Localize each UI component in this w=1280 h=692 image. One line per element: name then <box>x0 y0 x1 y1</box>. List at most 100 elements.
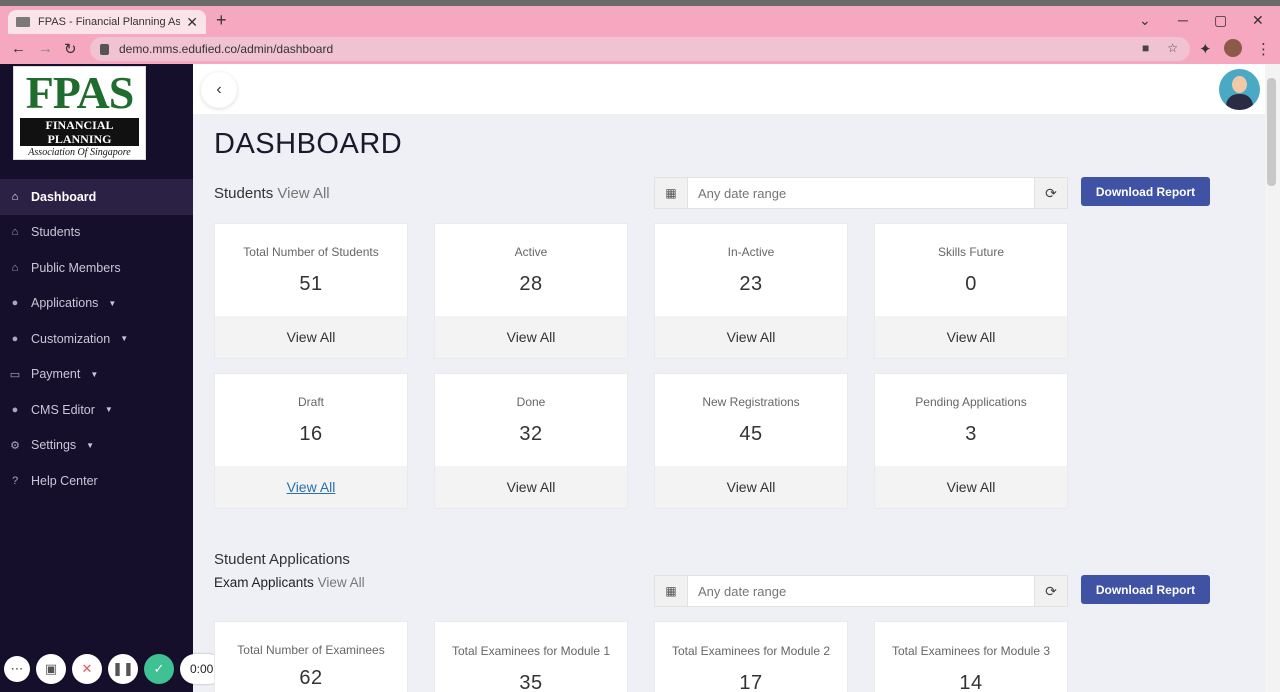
reload-icon[interactable]: ↻ <box>64 40 77 58</box>
collapse-sidebar-button[interactable]: ‹ <box>201 72 237 108</box>
sidebar-item-cms-editor[interactable]: ● CMS Editor ▼ <box>0 392 193 428</box>
card-label: Total Examinees for Module 3 <box>891 644 1051 658</box>
bookmark-star-icon[interactable]: ☆ <box>1167 41 1178 55</box>
browser-menu-icon[interactable]: ⋮ <box>1256 40 1271 58</box>
card-value: 45 <box>739 423 763 445</box>
sidebar-item-applications[interactable]: ● Applications ▼ <box>0 286 193 322</box>
browser-tab[interactable]: FPAS - Financial Planning Associa ✕ <box>8 10 206 34</box>
card-label: Total Number of Examinees <box>237 643 385 657</box>
sidebar-item-payment[interactable]: ▭ Payment ▼ <box>0 357 193 393</box>
card-value: 62 <box>299 667 323 689</box>
sidebar-item-customization[interactable]: ● Customization ▼ <box>0 321 193 357</box>
users-icon: ● <box>11 403 19 416</box>
sidebar-menu: ⌂ Dashboard ⌂ Students ⌂ Public Members … <box>0 179 193 499</box>
main-header <box>193 64 1265 114</box>
page-title: DASHBOARD <box>214 128 403 160</box>
recorder-more-icon[interactable]: ⋯ <box>4 656 30 682</box>
lock-icon <box>100 43 109 55</box>
chevron-down-icon: ▼ <box>120 334 129 344</box>
sidebar-item-label: Public Members <box>31 260 121 275</box>
card-label: Active <box>514 245 548 259</box>
back-arrow-icon[interactable]: ← <box>11 40 26 57</box>
card-view-all-link[interactable]: View All <box>655 316 847 358</box>
recorder-done-icon[interactable]: ✓ <box>144 654 174 684</box>
card-value: 32 <box>519 423 543 445</box>
card-view-all-link[interactable]: View All <box>875 316 1067 358</box>
card-view-all-link[interactable]: View All <box>875 466 1067 508</box>
students-date-range-input[interactable] <box>688 178 1034 208</box>
users-icon: ● <box>11 332 19 345</box>
logo-brand: FPAS <box>25 67 135 118</box>
home-icon: ⌂ <box>11 190 19 203</box>
exam-applicants-header: Exam Applicants View All <box>214 575 365 590</box>
screen-recorder-bar: ⋯ ▣ ✕ ❚❚ ✓ 0:00 <box>4 652 224 686</box>
profile-avatar-icon[interactable] <box>1224 39 1242 57</box>
card-view-all-link[interactable]: View All <box>435 466 627 508</box>
card-label: Pending Applications <box>915 395 1027 409</box>
sidebar-item-dashboard[interactable]: ⌂ Dashboard <box>0 179 193 215</box>
recorder-camera-icon[interactable]: ▣ <box>36 654 66 684</box>
chevron-left-icon: ‹ <box>216 81 222 98</box>
logo-line1: FINANCIAL PLANNING <box>20 118 139 146</box>
close-tab-icon[interactable]: ✕ <box>186 14 198 31</box>
stat-card-skills-future: Skills Future 0 View All <box>874 223 1068 359</box>
forward-arrow-icon[interactable]: → <box>38 40 53 57</box>
exam-applicants-view-all-link[interactable]: View All <box>318 575 365 590</box>
stat-card-draft: Draft 16 View All <box>214 373 408 509</box>
card-value: 23 <box>739 273 763 295</box>
card-value: 14 <box>959 672 983 692</box>
stat-card-active: Active 28 View All <box>434 223 628 359</box>
chevron-down-icon: ▼ <box>104 405 113 415</box>
sidebar-item-label: Payment <box>31 367 81 382</box>
address-row: ← → ↻ demo.mms.edufied.co/admin/dashboar… <box>0 34 1280 64</box>
sidebar-item-students[interactable]: ⌂ Students <box>0 215 193 251</box>
students-date-range: ▦ ⟳ <box>654 177 1068 209</box>
fpas-logo[interactable]: FPAS FINANCIAL PLANNING Association Of S… <box>13 66 146 160</box>
students-download-report-button[interactable]: Download Report <box>1081 177 1210 206</box>
sidebar-item-label: Students <box>31 225 81 240</box>
maximize-icon[interactable]: ▢ <box>1214 12 1227 29</box>
sidebar-item-help-center[interactable]: ? Help Center <box>0 463 193 499</box>
refresh-icon[interactable]: ⟳ <box>1034 576 1067 606</box>
scrollbar-thumb[interactable] <box>1267 78 1276 186</box>
sidebar-item-public-members[interactable]: ⌂ Public Members <box>0 250 193 286</box>
logo-line2: Association Of Singapore <box>28 147 131 158</box>
new-tab-icon[interactable]: + <box>216 10 227 31</box>
applications-date-range-input[interactable] <box>688 576 1034 606</box>
tab-title: FPAS - Financial Planning Associa <box>38 16 181 28</box>
applications-download-report-button[interactable]: Download Report <box>1081 575 1210 604</box>
user-avatar[interactable] <box>1219 69 1260 110</box>
tab-bar: FPAS - Financial Planning Associa ✕ + ⌄ … <box>0 6 1280 34</box>
recorder-pause-icon[interactable]: ❚❚ <box>108 654 138 684</box>
card-view-all-link[interactable]: View All <box>655 466 847 508</box>
card-label: Skills Future <box>937 245 1005 259</box>
students-label: Students <box>214 185 274 202</box>
minimize-icon[interactable]: ─ <box>1178 12 1188 28</box>
chevron-down-icon: ▼ <box>86 440 95 450</box>
camera-icon[interactable]: ■ <box>1142 41 1149 55</box>
sidebar-item-label: Customization <box>31 331 111 346</box>
recorder-cancel-icon[interactable]: ✕ <box>72 654 102 684</box>
calendar-icon[interactable]: ▦ <box>655 178 688 208</box>
refresh-icon[interactable]: ⟳ <box>1034 178 1067 208</box>
card-view-all-link[interactable]: View All <box>215 466 407 508</box>
card-view-all-link[interactable]: View All <box>215 316 407 358</box>
tab-search-icon[interactable]: ⌄ <box>1139 12 1151 29</box>
calendar-icon[interactable]: ▦ <box>655 576 688 606</box>
card-value: 35 <box>519 672 543 692</box>
question-icon: ? <box>11 474 19 487</box>
sidebar-item-settings[interactable]: ⚙ Settings ▼ <box>0 428 193 464</box>
sidebar-item-label: Applications <box>31 296 99 311</box>
money-icon: ▭ <box>9 368 21 381</box>
card-view-all-link[interactable]: View All <box>435 316 627 358</box>
url-bar[interactable]: demo.mms.edufied.co/admin/dashboard ■ ☆ <box>90 37 1190 61</box>
extensions-icon[interactable]: ✦ <box>1199 40 1212 58</box>
close-window-icon[interactable]: ✕ <box>1252 12 1264 29</box>
sidebar-item-label: Dashboard <box>31 189 97 204</box>
students-view-all-link[interactable]: View All <box>277 185 329 202</box>
card-label: Done <box>516 395 546 409</box>
sidebar-item-label: Help Center <box>31 473 98 488</box>
site-favicon-icon <box>16 17 30 27</box>
students-section-header: Students View All <box>214 185 330 202</box>
stat-card-module-3: Total Examinees for Module 3 14 <box>874 621 1068 692</box>
